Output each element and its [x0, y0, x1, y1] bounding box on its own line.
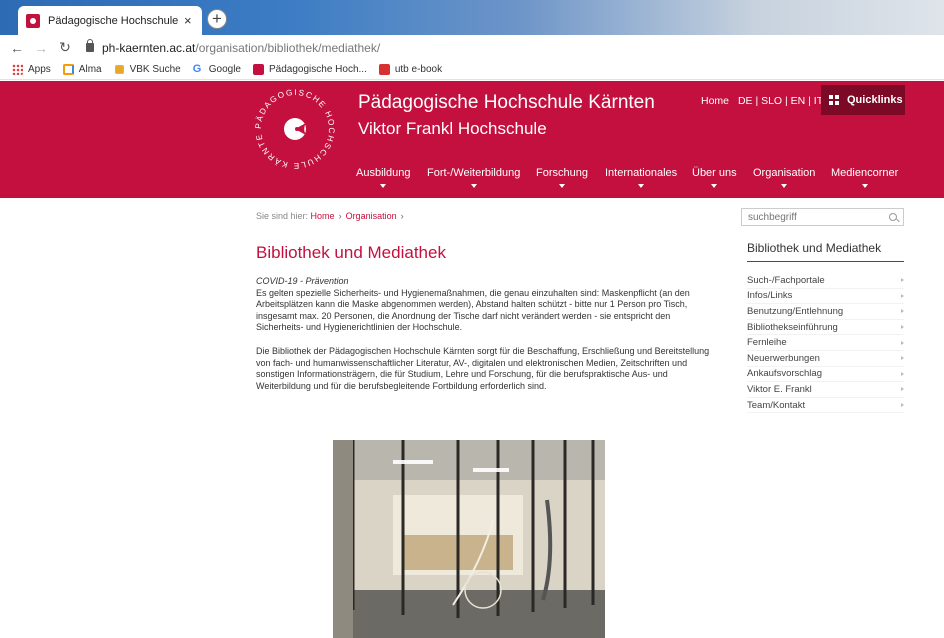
bookmark-label: Apps — [28, 64, 51, 75]
sidebar-item-benutzung[interactable]: Benutzung/Entlehnung — [747, 304, 904, 320]
site-subtitle: Viktor Frankl Hochschule — [358, 119, 547, 138]
nav-organisation[interactable]: Organisation — [753, 167, 815, 188]
nav-fort-weiterbildung[interactable]: Fort-/Weiterbildung — [427, 167, 520, 188]
sidebar-item-infos-links[interactable]: Infos/Links — [747, 289, 904, 305]
chevron-right-icon — [901, 293, 904, 298]
caret-down-icon — [380, 184, 387, 188]
address-bar: ← → ↻ ph-kaernten.ac.at/organisation/bib… — [0, 35, 944, 60]
lock-icon — [86, 39, 94, 52]
browser-tab-strip: Pädagogische Hochschule Kärnten × + — [0, 0, 944, 35]
site-title[interactable]: Pädagogische Hochschule Kärnten — [358, 92, 655, 114]
grid-icon — [829, 95, 839, 105]
main-navigation: Ausbildung Fort-/Weiterbildung Forschung… — [0, 167, 944, 191]
alma-icon — [62, 64, 74, 75]
sidebar-item-neuerwerbungen[interactable]: Neuerwerbungen — [747, 351, 904, 367]
bookmarks-bar: Apps Alma VBK Suche G Google Pädagogisch… — [0, 60, 944, 80]
bookmark-vbk[interactable]: VBK Suche — [114, 64, 181, 75]
breadcrumb-separator: › — [338, 211, 342, 221]
bookmark-utb[interactable]: utb e-book — [378, 64, 443, 75]
top-links: Home DE | SLO | EN | IT — [701, 95, 829, 107]
ph-logo-icon[interactable]: PÄDAGOGISCHE HOCHSCHULE KÄRNTEN — [251, 85, 339, 173]
sidebar-item-such-fachportale[interactable]: Such-/Fachportale — [747, 273, 904, 289]
language-switch[interactable]: DE | SLO | EN | IT — [738, 95, 823, 107]
quicklinks-label: Quicklinks — [847, 94, 903, 106]
vbk-icon — [114, 65, 124, 74]
chevron-right-icon — [901, 371, 904, 376]
caret-down-icon — [781, 184, 788, 188]
utb-icon — [378, 64, 390, 75]
tab-title: Pädagogische Hochschule Kärnten — [48, 14, 178, 27]
url-path: /organisation/bibliothek/mediathek/ — [195, 40, 381, 55]
nav-ausbildung[interactable]: Ausbildung — [356, 167, 410, 188]
sidebar-item-bibliothekseinfuehrung[interactable]: Bibliothekseinführung — [747, 320, 904, 336]
library-photo — [333, 440, 605, 638]
nav-mediencorner[interactable]: Mediencorner — [831, 167, 898, 188]
nav-ueber-uns[interactable]: Über uns — [692, 167, 737, 188]
google-icon: G — [192, 63, 202, 75]
bookmark-label: Google — [208, 64, 241, 75]
search-box — [741, 208, 904, 226]
breadcrumb-organisation[interactable]: Organisation — [346, 211, 397, 221]
home-link[interactable]: Home — [701, 95, 729, 107]
bookmark-label: Pädagogische Hoch... — [269, 64, 367, 75]
bookmark-google[interactable]: G Google — [192, 63, 241, 76]
back-arrow-icon[interactable]: ← — [10, 40, 24, 56]
sidebar-item-ankaufsvorschlag[interactable]: Ankaufsvorschlag — [747, 367, 904, 383]
caret-down-icon — [638, 184, 645, 188]
bookmark-label: utb e-book — [394, 64, 443, 75]
caret-down-icon — [470, 184, 477, 188]
caret-down-icon — [861, 184, 868, 188]
quicklinks-button[interactable]: Quicklinks — [821, 85, 905, 115]
chevron-right-icon — [901, 387, 904, 392]
bookmark-ph[interactable]: Pädagogische Hoch... — [253, 64, 367, 75]
sidebar-item-viktor-frankl[interactable]: Viktor E. Frankl — [747, 382, 904, 398]
sidebar-title: Bibliothek und Mediathek — [747, 241, 904, 262]
caret-down-icon — [711, 184, 718, 188]
ph-icon — [253, 64, 264, 75]
breadcrumb-prefix: Sie sind hier: — [256, 211, 309, 221]
url-field[interactable]: ph-kaernten.ac.at/organisation/bibliothe… — [86, 39, 381, 55]
browser-tab[interactable]: Pädagogische Hochschule Kärnten × — [18, 6, 202, 35]
search-icon[interactable] — [889, 213, 897, 221]
chevron-right-icon — [901, 403, 904, 408]
breadcrumb-home[interactable]: Home — [311, 211, 335, 221]
apps-grid-icon — [12, 64, 23, 75]
new-tab-button[interactable]: + — [207, 9, 227, 29]
breadcrumb: Sie sind hier: Home › Organisation › — [256, 211, 408, 221]
article-body: COVID-19 - Prävention Es gelten speziell… — [256, 276, 716, 404]
sidebar-item-fernleihe[interactable]: Fernleihe — [747, 335, 904, 351]
search-input[interactable] — [748, 211, 868, 223]
bookmark-label: Alma — [78, 64, 102, 75]
chevron-right-icon — [901, 278, 904, 283]
sidebar-item-team-kontakt[interactable]: Team/Kontakt — [747, 398, 904, 414]
intro-paragraph: Die Bibliothek der Pädagogischen Hochsch… — [256, 345, 710, 391]
nav-forschung[interactable]: Forschung — [536, 167, 588, 188]
bookmark-label: VBK Suche — [129, 64, 181, 75]
covid-heading: COVID-19 - Prävention — [256, 276, 349, 286]
page-title: Bibliothek und Mediathek — [256, 243, 446, 262]
nav-internationales[interactable]: Internationales — [605, 167, 677, 188]
tab-close-icon[interactable]: × — [184, 13, 192, 28]
sidebar-menu: Such-/Fachportale Infos/Links Benutzung/… — [747, 273, 904, 414]
chevron-right-icon — [901, 309, 904, 314]
bookmark-alma[interactable]: Alma — [62, 64, 102, 75]
chevron-right-icon — [901, 325, 904, 330]
forward-arrow-icon[interactable]: → — [34, 40, 48, 56]
url-host: ph-kaernten.ac.at — [102, 40, 196, 55]
covid-text: Es gelten spezielle Sicherheits- und Hyg… — [256, 287, 690, 333]
caret-down-icon — [558, 184, 565, 188]
bookmark-apps[interactable]: Apps — [12, 64, 51, 75]
site-header: PÄDAGOGISCHE HOCHSCHULE KÄRNTEN Pädagogi… — [0, 81, 944, 198]
breadcrumb-separator: › — [400, 211, 404, 221]
reload-icon[interactable]: ↻ — [58, 39, 72, 56]
chevron-right-icon — [901, 340, 904, 345]
chevron-right-icon — [901, 356, 904, 361]
ph-favicon-icon — [26, 13, 40, 28]
